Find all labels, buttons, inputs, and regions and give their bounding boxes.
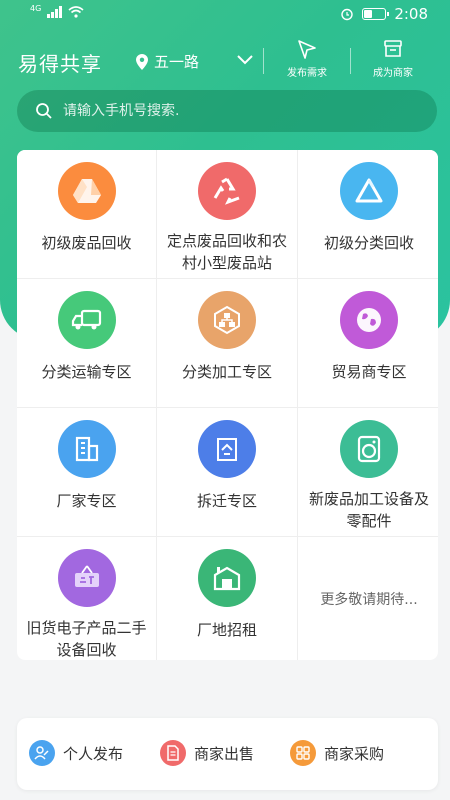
recycle-triangle-icon bbox=[355, 178, 383, 203]
category-equipment-parts[interactable]: 新废品加工设备及零配件 bbox=[298, 408, 438, 536]
category-icon-circle bbox=[198, 291, 256, 349]
location-label: 五一路 bbox=[154, 53, 200, 71]
category-label: 初级废品回收 bbox=[41, 234, 132, 252]
person-edit-icon bbox=[29, 740, 55, 766]
chevron-down-icon[interactable] bbox=[236, 50, 254, 68]
category-label: 厂家专区 bbox=[56, 492, 117, 510]
location-pin-icon bbox=[136, 53, 148, 70]
search-icon bbox=[36, 103, 52, 119]
more-label: 更多敬请期待... bbox=[320, 592, 418, 608]
category-second-hand-electronics[interactable]: 旧货电子产品二手设备回收 bbox=[17, 537, 156, 660]
become-merchant-label: 成为商家 bbox=[373, 68, 413, 79]
warehouse-icon bbox=[213, 566, 241, 591]
category-grid: 初级废品回收 定点废品回收和农村小型废品站 初级分类回收 分类运输专区 分类加工… bbox=[17, 150, 438, 660]
hierarchy-icon bbox=[214, 305, 240, 335]
category-label: 旧货电子产品二手设备回收 bbox=[26, 619, 147, 659]
category-traders[interactable]: 贸易商专区 bbox=[298, 279, 438, 407]
category-icon-circle bbox=[340, 162, 398, 220]
wifi-icon bbox=[68, 6, 84, 18]
category-label: 贸易商专区 bbox=[331, 363, 407, 381]
clock-time: 2:08 bbox=[394, 5, 428, 23]
category-icon-circle bbox=[57, 162, 116, 220]
merchant-purchase-label: 商家采购 bbox=[324, 744, 385, 763]
drive-icon bbox=[72, 179, 101, 203]
alarm-icon bbox=[341, 8, 354, 21]
building-icon bbox=[75, 436, 98, 462]
truck-icon bbox=[71, 309, 101, 330]
category-icon-circle bbox=[198, 162, 256, 220]
category-primary-sorting[interactable]: 初级分类回收 bbox=[298, 150, 438, 278]
category-label: 定点废品回收和农村小型废品站 bbox=[166, 232, 287, 272]
search-input[interactable] bbox=[63, 103, 393, 119]
category-primary-recycling[interactable]: 初级废品回收 bbox=[17, 150, 156, 278]
category-icon-circle bbox=[57, 420, 116, 478]
document-icon bbox=[160, 740, 186, 766]
recycle-icon bbox=[213, 177, 240, 205]
network-type: 4G bbox=[30, 3, 42, 13]
more-coming-soon: 更多敬请期待... bbox=[298, 537, 438, 660]
status-bar: 4G 2:08 bbox=[0, 0, 450, 30]
category-site-rental[interactable]: 厂地招租 bbox=[157, 537, 297, 660]
search-bar bbox=[17, 90, 437, 132]
category-icon-circle bbox=[198, 420, 256, 478]
merchant-purchase-button[interactable]: 商家采购 bbox=[290, 740, 384, 766]
category-icon-circle bbox=[198, 549, 256, 607]
personal-publish-button[interactable]: 个人发布 bbox=[29, 740, 123, 766]
battery-icon bbox=[362, 8, 390, 20]
category-fixed-point-recycling[interactable]: 定点废品回收和农村小型废品站 bbox=[157, 150, 297, 278]
app-title: 易得共享 bbox=[18, 52, 102, 76]
machine-icon bbox=[357, 435, 381, 463]
send-icon bbox=[298, 40, 316, 59]
category-label: 厂地招租 bbox=[196, 621, 257, 639]
category-processing[interactable]: 分类加工专区 bbox=[157, 279, 297, 407]
category-label: 新废品加工设备及零配件 bbox=[308, 490, 429, 530]
bottom-action-bar: 个人发布 商家出售 商家采购 bbox=[17, 718, 438, 790]
globe-icon bbox=[357, 308, 381, 332]
divider bbox=[350, 48, 351, 74]
category-icon-circle bbox=[340, 420, 398, 478]
location-selector[interactable]: 五一路 bbox=[136, 51, 199, 72]
category-manufacturers[interactable]: 厂家专区 bbox=[17, 408, 156, 536]
category-demolition[interactable]: 拆迁专区 bbox=[157, 408, 297, 536]
second-hand-sign-icon bbox=[74, 565, 99, 587]
merchant-sell-button[interactable]: 商家出售 bbox=[160, 740, 254, 766]
category-label: 分类运输专区 bbox=[41, 363, 132, 381]
category-icon-circle bbox=[340, 291, 398, 349]
top-bar: 易得共享 五一路 发布需求 成为商家 bbox=[0, 36, 450, 86]
divider bbox=[263, 48, 264, 74]
publish-demand-label: 发布需求 bbox=[287, 68, 327, 79]
category-transport[interactable]: 分类运输专区 bbox=[17, 279, 156, 407]
category-icon-circle bbox=[57, 291, 116, 349]
personal-publish-label: 个人发布 bbox=[63, 744, 124, 763]
category-icon-circle bbox=[57, 549, 116, 607]
category-label: 初级分类回收 bbox=[323, 234, 414, 252]
become-merchant-button[interactable]: 成为商家 bbox=[358, 38, 428, 79]
signal-icon bbox=[47, 6, 63, 18]
publish-demand-button[interactable]: 发布需求 bbox=[272, 38, 342, 79]
grid-icon bbox=[290, 740, 316, 766]
category-label: 分类加工专区 bbox=[181, 363, 272, 381]
merchant-sell-label: 商家出售 bbox=[194, 744, 255, 763]
demolition-icon bbox=[217, 438, 237, 461]
store-icon bbox=[384, 40, 402, 57]
category-label: 拆迁专区 bbox=[196, 492, 257, 510]
